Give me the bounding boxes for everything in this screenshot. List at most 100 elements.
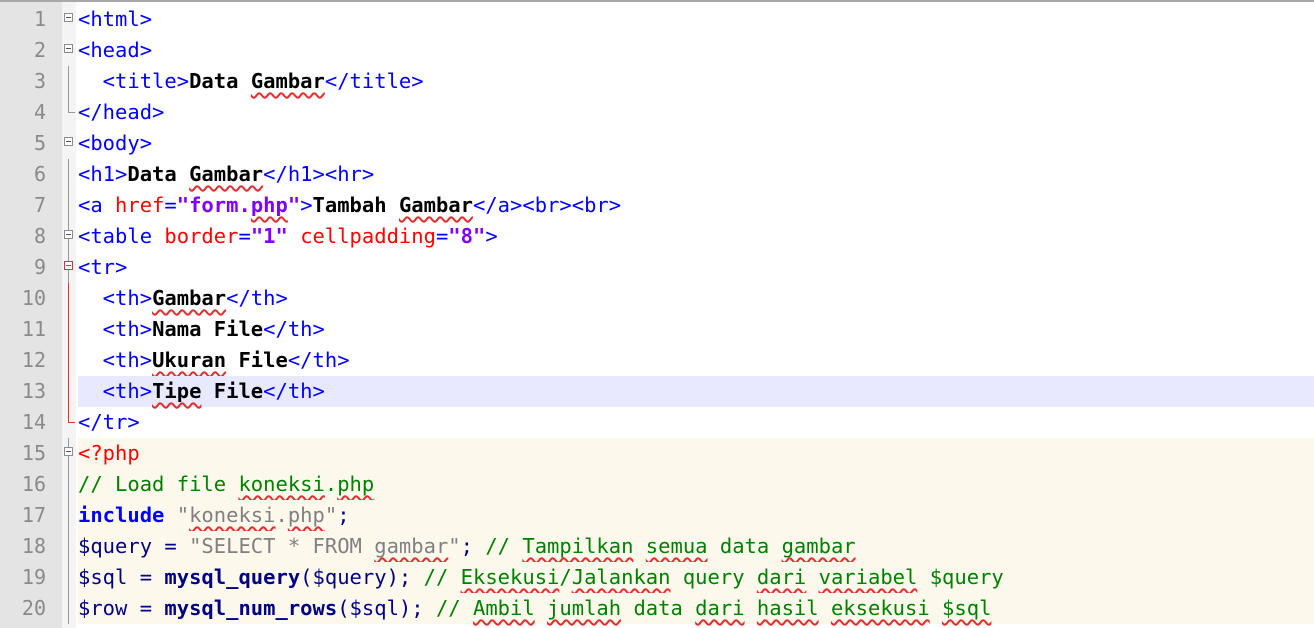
fold-toggle-icon[interactable]	[64, 137, 73, 146]
line-number: 1	[33, 7, 46, 31]
code-token: </title>	[324, 69, 424, 93]
code-token: Data	[189, 69, 251, 93]
code-line[interactable]: 17 include "koneksi.php";	[0, 500, 1314, 531]
code-token: href	[115, 193, 165, 217]
code-token: "	[176, 503, 190, 527]
code-token: $query	[78, 534, 153, 558]
line-text[interactable]: <body>	[78, 128, 1314, 159]
code-line[interactable]: 7 <a href="form.php">Tambah Gambar</a><br…	[0, 190, 1314, 221]
code-token: //	[485, 534, 523, 558]
code-editor[interactable]: 1 <html> 2 <head> 3 <title>Data Gambar</titl…	[0, 0, 1314, 628]
line-text[interactable]: <html>	[78, 4, 1314, 35]
code-line[interactable]: 20 $row = mysql_num_rows($sql); // Ambil …	[0, 593, 1314, 624]
line-text[interactable]: $sql = mysql_query($query); // Eksekusi/…	[78, 562, 1314, 593]
line-text[interactable]: </head>	[78, 97, 1314, 128]
code-line[interactable]: 8 <table border="1" cellpadding="8">	[0, 221, 1314, 252]
code-line[interactable]: 16 // Load file koneksi.php	[0, 469, 1314, 500]
line-text[interactable]: <tr>	[78, 252, 1314, 283]
line-number: 9	[33, 255, 46, 279]
line-text[interactable]: <?php	[78, 438, 1314, 469]
code-token: Ambil	[472, 596, 535, 620]
code-token: =	[152, 534, 190, 558]
code-line[interactable]: 6 <h1>Data Gambar</h1><hr>	[0, 159, 1314, 190]
line-text[interactable]: $query = "SELECT * FROM gambar"; // Tamp…	[78, 531, 1314, 562]
fold-guide	[68, 500, 69, 531]
line-number: 2	[33, 38, 46, 62]
code-token: //	[435, 596, 473, 620]
line-text[interactable]: <th>Ukuran File</th>	[78, 345, 1314, 376]
code-token: </th>	[287, 348, 350, 372]
code-line[interactable]: 10 <th>Gambar</th>	[0, 283, 1314, 314]
line-number: 18	[21, 534, 46, 558]
line-text[interactable]: <h1>Data Gambar</h1><hr>	[78, 159, 1314, 190]
line-number: 17	[21, 503, 46, 527]
fold-guide	[68, 376, 69, 407]
code-token: ;	[337, 503, 350, 527]
code-token: $query	[312, 565, 387, 589]
line-text[interactable]: include "koneksi.php";	[78, 500, 1314, 531]
line-number: 10	[21, 286, 46, 310]
code-token: </th>	[263, 379, 325, 403]
code-token: semua	[645, 534, 708, 558]
code-line[interactable]: 5 <body>	[0, 128, 1314, 159]
code-line[interactable]: 12 <th>Ukuran File</th>	[0, 345, 1314, 376]
line-number: 8	[33, 224, 46, 248]
fold-toggle-icon[interactable]	[64, 230, 73, 239]
code-token: <?php	[78, 441, 140, 465]
code-line[interactable]: 13 <th>Tipe File</th>	[0, 376, 1314, 407]
code-token: hasil	[756, 596, 819, 620]
code-token: /	[559, 565, 572, 589]
code-token: <th>	[78, 379, 153, 403]
code-token: $query	[917, 565, 1004, 589]
code-token: <h1>	[78, 162, 128, 186]
code-token: </a><br><br>	[473, 193, 622, 217]
code-token: (	[300, 565, 313, 589]
line-text[interactable]: <table border="1" cellpadding="8">	[78, 221, 1314, 252]
line-text[interactable]: <th>Nama File</th>	[78, 314, 1314, 345]
code-line[interactable]: 1 <html>	[0, 4, 1314, 35]
line-text[interactable]: <head>	[78, 35, 1314, 66]
line-number: 15	[21, 441, 46, 465]
line-number: 5	[33, 131, 46, 155]
code-token: );	[398, 596, 436, 620]
code-token: File	[226, 348, 288, 372]
code-token: data	[621, 596, 696, 620]
line-text[interactable]: // Load file koneksi.php	[78, 469, 1314, 500]
code-token: </h1><hr>	[263, 162, 375, 186]
line-text[interactable]: <a href="form.php">Tambah Gambar</a><br>…	[78, 190, 1314, 221]
code-token: =	[127, 565, 165, 589]
code-line[interactable]: 11 <th>Nama File</th>	[0, 314, 1314, 345]
fold-guide	[68, 562, 69, 593]
fold-toggle-icon[interactable]	[64, 447, 73, 456]
line-text[interactable]: <th>Gambar</th>	[78, 283, 1314, 314]
code-token: .	[324, 472, 338, 496]
code-line[interactable]: 2 <head>	[0, 35, 1314, 66]
code-line[interactable]: 15 <?php	[0, 438, 1314, 469]
code-line[interactable]: 18 $query = "SELECT * FROM gambar"; // Ta…	[0, 531, 1314, 562]
fold-toggle-icon[interactable]	[64, 13, 73, 22]
code-line[interactable]: 9 <tr>	[0, 252, 1314, 283]
code-token: </th>	[263, 317, 325, 341]
line-text[interactable]: $row = mysql_num_rows($sql); // Ambil ju…	[78, 593, 1314, 624]
line-text[interactable]: <title>Data Gambar</title>	[78, 66, 1314, 97]
code-token: $row	[78, 596, 128, 620]
line-number: 13	[21, 379, 46, 403]
line-number: 4	[33, 100, 46, 124]
code-line[interactable]: 3 <title>Data Gambar</title>	[0, 66, 1314, 97]
code-area[interactable]: 1 <html> 2 <head> 3 <title>Data Gambar</titl…	[0, 4, 1314, 624]
code-token: <head>	[78, 38, 153, 62]
fold-toggle-icon[interactable]	[64, 44, 73, 53]
code-line[interactable]: 19 $sql = mysql_query($query); // Eksekus…	[0, 562, 1314, 593]
line-number: 3	[33, 69, 46, 93]
line-text[interactable]: </tr>	[78, 407, 1314, 438]
line-text[interactable]: <th>Tipe File</th>	[78, 376, 1314, 407]
fold-toggle-icon[interactable]	[64, 261, 73, 270]
code-token: =	[238, 224, 251, 248]
code-line[interactable]: 4 </head>	[0, 97, 1314, 128]
code-line[interactable]: 14 </tr>	[0, 407, 1314, 438]
